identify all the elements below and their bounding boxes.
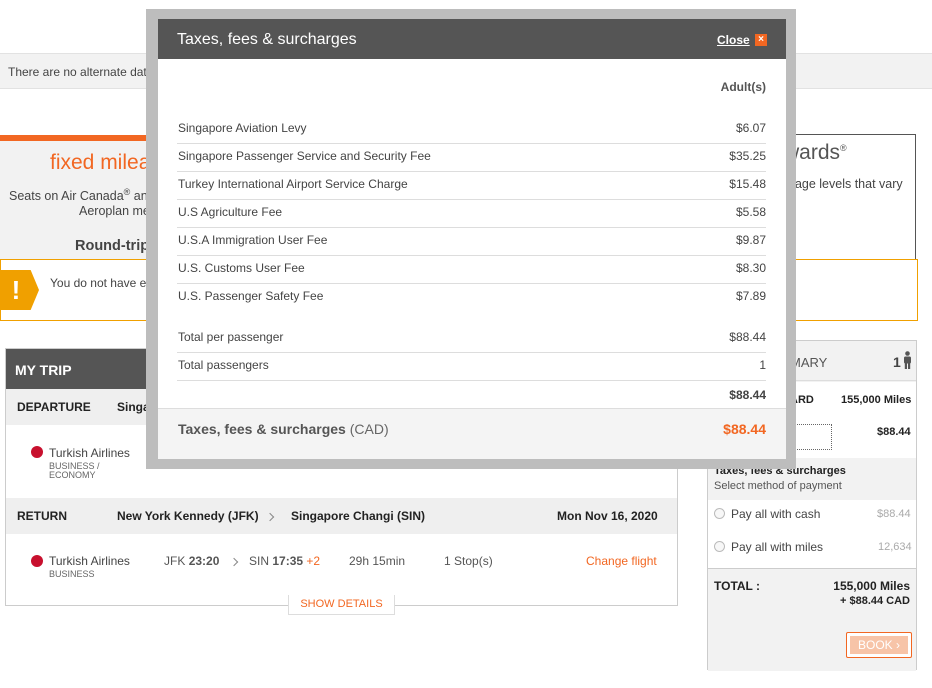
return-origin: New York Kennedy (JFK) [117, 509, 259, 523]
fee-name: Turkey International Airport Service Cha… [178, 177, 408, 191]
turkish-airlines-logo-icon [31, 555, 43, 567]
return-row: RETURN New York Kennedy (JFK) Singapore … [6, 498, 677, 534]
passenger-count: 1 [893, 354, 901, 370]
flex-rewards-description: eage levels that vary [788, 177, 903, 191]
return-label: RETURN [17, 509, 67, 523]
return-date: Mon Nov 16, 2020 [557, 509, 658, 523]
departure-class-2: ECONOMY [49, 470, 96, 480]
fee-name: U.S.A Immigration User Fee [178, 233, 328, 247]
flex-rewards-panel[interactable]: wards® eage levels that vary [782, 134, 916, 260]
fixed-mileage-title: fixed milea [50, 151, 151, 174]
footer-label: Taxes, fees & surcharges (CAD) [178, 421, 389, 437]
total-passengers-row: Total passengers 1 [177, 353, 766, 381]
fee-row: Singapore Aviation Levy $6.07 [177, 116, 766, 144]
departure-airline: Turkish Airlines [49, 446, 130, 460]
footer-amount: $88.44 [723, 421, 766, 437]
warning-icon: ! [1, 270, 39, 310]
warning-text: You do not have eno [50, 276, 160, 290]
pay-miles-radio[interactable] [714, 541, 725, 552]
fee-row: Turkey International Airport Service Cha… [177, 172, 766, 200]
modal-title: Taxes, fees & surcharges [177, 31, 357, 48]
turkish-airlines-logo-icon [31, 446, 43, 458]
fixed-mileage-description: Seats on Air Canada® and [9, 187, 155, 204]
return-arrival-time: SIN 17:35 +2 [249, 554, 321, 568]
fee-name: U.S. Passenger Safety Fee [178, 289, 324, 303]
fee-row: U.S.A Immigration User Fee $9.87 [177, 228, 766, 256]
total-per-passenger-label: Total per passenger [178, 330, 284, 344]
fee-amount: $9.87 [735, 233, 766, 247]
fee-amount: $15.48 [729, 177, 766, 191]
modal-header: Taxes, fees & surcharges Close × [158, 19, 786, 59]
total-cash: + $88.44 CAD [839, 595, 910, 607]
total-label: TOTAL : [714, 579, 760, 593]
return-class: BUSINESS [49, 569, 95, 579]
return-airline: Turkish Airlines [49, 554, 130, 568]
award-miles: 155,000 Miles [841, 394, 912, 406]
fee-name: U.S Agriculture Fee [178, 205, 283, 219]
fee-amount: $8.30 [735, 261, 766, 275]
fee-amount: $6.07 [735, 121, 766, 135]
fee-amount: $7.89 [735, 289, 766, 303]
total-miles: 155,000 Miles [833, 579, 910, 593]
award-taxes-amount: $88.44 [877, 426, 911, 438]
fee-name: Singapore Aviation Levy [178, 121, 307, 135]
chevron-right-icon [229, 557, 239, 567]
fixed-mileage-panel[interactable]: fixed milea Seats on Air Canada® and Aer… [0, 135, 160, 259]
pay-cash-value: $88.44 [877, 508, 911, 520]
close-link[interactable]: Close [717, 33, 750, 47]
fee-amount: $5.58 [735, 205, 766, 219]
return-duration: 29h 15min [349, 554, 406, 568]
fee-row: Singapore Passenger Service and Security… [177, 144, 766, 172]
adults-column-header: Adult(s) [720, 80, 766, 94]
fee-row: U.S. Customs User Fee $8.30 [177, 256, 766, 284]
round-trip-label: Round-trip [75, 238, 150, 254]
close-icon[interactable]: × [755, 34, 767, 46]
book-button-label: BOOK › [850, 636, 908, 654]
total-per-passenger-value: $88.44 [729, 330, 766, 344]
fixed-mileage-description-2: Aeroplan mer [79, 204, 155, 218]
departure-label: DEPARTURE [17, 400, 91, 414]
award-field [790, 424, 832, 450]
show-details-button[interactable]: SHOW DETAILS [288, 595, 395, 615]
pay-cash-label[interactable]: Pay all with cash [731, 507, 820, 521]
return-stops[interactable]: 1 Stop(s) [444, 554, 493, 568]
book-button[interactable]: BOOK › [846, 632, 912, 658]
total-per-passenger-row: Total per passenger $88.44 [177, 325, 766, 353]
change-flight-link[interactable]: Change flight [586, 554, 657, 568]
fee-row: U.S. Passenger Safety Fee $7.89 [177, 284, 766, 312]
pay-miles-value: 12,634 [878, 541, 912, 553]
return-departure-time: JFK 23:20 [164, 554, 220, 568]
fee-name: Singapore Passenger Service and Security… [178, 149, 431, 163]
taxes-subtitle: Select method of payment [714, 480, 842, 492]
total-passengers-value: 1 [759, 358, 766, 372]
pay-cash-radio[interactable] [714, 508, 725, 519]
payment-options: Pay all with cash $88.44 Pay all with mi… [708, 500, 916, 568]
fee-amount: $35.25 [729, 149, 766, 163]
total-passengers-label: Total passengers [178, 358, 269, 372]
person-icon [904, 351, 911, 369]
return-destination: Singapore Changi (SIN) [291, 509, 426, 523]
taxes-fees-modal: Taxes, fees & surcharges Close × Adult(s… [158, 19, 786, 459]
fee-row: U.S Agriculture Fee $5.58 [177, 200, 766, 228]
grand-total: $88.44 [729, 388, 766, 402]
modal-footer: Taxes, fees & surcharges (CAD) $88.44 [158, 408, 786, 459]
pay-miles-label[interactable]: Pay all with miles [731, 540, 823, 554]
chevron-right-icon [265, 512, 275, 522]
fee-name: U.S. Customs User Fee [178, 261, 305, 275]
